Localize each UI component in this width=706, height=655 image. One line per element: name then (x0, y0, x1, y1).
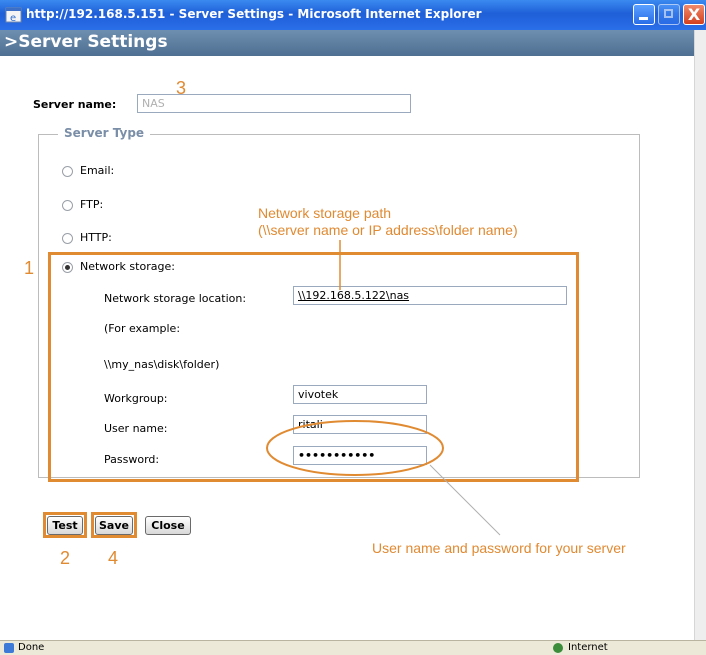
radio-email[interactable] (62, 166, 73, 177)
page-header: >Server Settings (0, 30, 694, 56)
annotation-path-line1: Network storage path (258, 205, 392, 221)
maximize-icon (664, 9, 673, 18)
window-title: http://192.168.5.151 - Server Settings -… (26, 7, 482, 21)
svg-text:e: e (10, 13, 16, 23)
radio-http[interactable] (62, 233, 73, 244)
server-name-label: Server name: (33, 98, 117, 111)
server-type-legend: Server Type (58, 126, 151, 140)
annotation-credentials: User name and password for your server (372, 540, 626, 556)
annotation-4: 4 (108, 548, 119, 568)
server-name-placeholder: NAS (142, 97, 165, 110)
status-bar: Done Internet (0, 640, 706, 655)
title-bar: e http://192.168.5.151 - Server Settings… (0, 0, 706, 30)
radio-ftp[interactable] (62, 200, 73, 211)
minimize-button[interactable] (633, 4, 655, 25)
status-zone: Internet (568, 642, 608, 653)
close-button[interactable]: Close (145, 516, 191, 535)
close-icon: X (687, 5, 701, 24)
page-title: >Server Settings (4, 32, 168, 52)
network-storage-highlight (48, 252, 579, 482)
close-window-button[interactable]: X (683, 4, 705, 25)
browser-window: e http://192.168.5.151 - Server Settings… (0, 0, 706, 655)
radio-ftp-label: FTP: (80, 198, 104, 211)
page-done-icon (4, 643, 14, 653)
test-button-highlight (43, 512, 87, 538)
radio-http-label: HTTP: (80, 231, 112, 244)
minimize-icon (639, 17, 648, 20)
maximize-button[interactable] (658, 4, 680, 25)
annotation-path-line2: (\\server name or IP address\folder name… (258, 222, 518, 238)
radio-email-label: Email: (80, 164, 115, 177)
vertical-scrollbar[interactable] (694, 30, 706, 640)
annotation-1: 1 (24, 258, 35, 278)
annotation-3: 3 (176, 78, 187, 98)
annotation-2: 2 (60, 548, 71, 568)
save-button-highlight (91, 512, 137, 538)
ie-page-icon: e (5, 7, 22, 23)
internet-zone-icon (553, 643, 563, 653)
status-done: Done (18, 642, 45, 653)
